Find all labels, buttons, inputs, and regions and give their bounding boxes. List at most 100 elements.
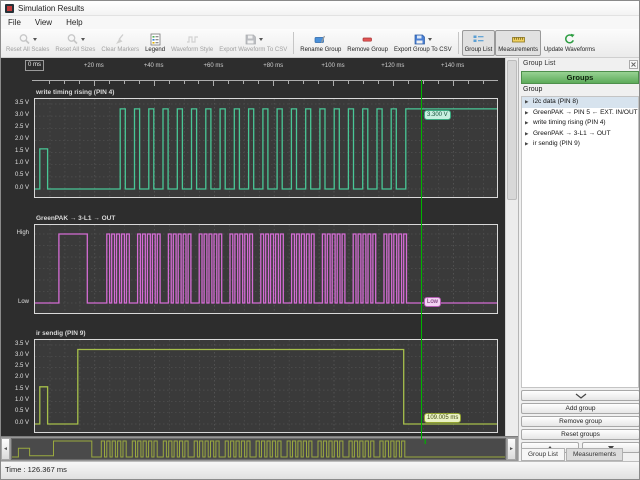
group-list-item[interactable]: ▶i2c data (PIN 8) bbox=[522, 97, 638, 108]
toolbar-button-label: Rename Group bbox=[300, 47, 341, 53]
sidebar-tabs: Group ListMeasurements bbox=[521, 448, 624, 461]
ruler-tick-mark bbox=[213, 81, 214, 86]
ruler-icon bbox=[512, 33, 525, 46]
dropdown-caret-icon bbox=[428, 38, 432, 41]
broom-icon bbox=[114, 33, 127, 46]
y-axis-label: High bbox=[17, 230, 29, 236]
time-status: Time : 126.367 ms bbox=[5, 465, 67, 474]
group-item-label: GreenPAK → PIN 5 ← EXT. IN/OUT bbox=[533, 109, 638, 116]
toolbar-separator bbox=[293, 32, 294, 54]
navigator-waveform-svg bbox=[12, 439, 505, 459]
ruler-tick-mark bbox=[408, 81, 409, 84]
legend-button[interactable]: Legend bbox=[142, 30, 168, 56]
rename-group-button[interactable]: Rename Group bbox=[297, 30, 344, 56]
menu-help[interactable]: Help bbox=[59, 16, 89, 29]
ruler-tick-mark bbox=[378, 81, 379, 84]
save-icon bbox=[244, 33, 257, 46]
ruler-tick-mark bbox=[124, 81, 125, 84]
ruler-tick-mark bbox=[169, 81, 170, 84]
navigator-left-arrow-icon[interactable]: ◄ bbox=[1, 438, 10, 460]
group-list-button[interactable]: Group List bbox=[462, 30, 496, 56]
ruler-tick-label: +140 ms bbox=[441, 63, 464, 69]
menu-view[interactable]: View bbox=[28, 16, 59, 29]
ruler-tick-label: +40 ms bbox=[144, 63, 164, 69]
dropdown-caret-icon bbox=[81, 38, 85, 41]
y-axis-label: 2.0 V bbox=[15, 136, 29, 142]
group-list-item[interactable]: ▶ir sendig (PIN 9) bbox=[522, 139, 638, 150]
toolbar-icon-row bbox=[18, 32, 37, 46]
groups-header: Groups bbox=[521, 71, 639, 84]
collapse-groups-button[interactable] bbox=[521, 390, 640, 401]
status-bar: Time : 126.367 ms bbox=[1, 461, 640, 480]
save-icon bbox=[413, 33, 426, 46]
y-axis-label: 2.5 V bbox=[15, 363, 29, 369]
remove-group-button[interactable]: Remove group bbox=[521, 416, 640, 427]
group-item-label: GreenPAK → 3-L1 → OUT bbox=[533, 130, 611, 137]
ruler-tick-label: +100 ms bbox=[321, 63, 344, 69]
ruler-tick-mark bbox=[198, 81, 199, 84]
navigator-right-arrow-icon[interactable]: ► bbox=[507, 438, 516, 460]
cursor-value-badge: 109.005 ms bbox=[424, 413, 461, 423]
time-cursor-marker[interactable] bbox=[421, 80, 422, 440]
ruler-tick-mark bbox=[423, 81, 424, 84]
grouplist-icon bbox=[472, 33, 485, 46]
reset-groups-button[interactable]: Reset groups bbox=[521, 429, 640, 440]
y-axis-label: 2.0 V bbox=[15, 374, 29, 380]
toolbar: Reset All ScalesReset All SizesClear Mar… bbox=[1, 29, 640, 58]
update-waveforms-button[interactable]: Update Waveforms bbox=[541, 30, 598, 56]
scrollbar-thumb[interactable] bbox=[507, 60, 517, 200]
export-waveform-to-csv-button[interactable]: Export Waveform To CSV bbox=[216, 30, 290, 56]
add-group-button[interactable]: Add group bbox=[521, 403, 640, 414]
group-list-item[interactable]: ▶ GreenPAK → 3-L1 → OUT bbox=[522, 129, 638, 140]
toolbar-icon-row bbox=[563, 32, 576, 46]
menu-bar: FileViewHelp bbox=[1, 16, 640, 29]
toolbar-icon-row bbox=[114, 32, 127, 46]
rename-icon bbox=[314, 33, 327, 46]
expand-arrow-icon[interactable]: ▶ bbox=[525, 108, 528, 119]
waveform-style-button[interactable]: Waveform Style bbox=[168, 30, 216, 56]
waveform-area: 0 ms ◄ ► +20 ms+40 ms+60 ms+80 ms+100 ms… bbox=[1, 58, 518, 461]
measurements-button[interactable]: Measurements bbox=[495, 30, 541, 56]
tab-measurements[interactable]: Measurements bbox=[566, 448, 623, 461]
navigator-view[interactable] bbox=[11, 438, 506, 460]
group-list-item[interactable]: ▶ GreenPAK → PIN 5 ← EXT. IN/OUT bbox=[522, 108, 638, 119]
toolbar-icon-row bbox=[512, 32, 525, 46]
panel-title: ir sendig (PIN 9) bbox=[36, 330, 85, 337]
ruler-tick-mark bbox=[243, 81, 244, 84]
expand-arrow-icon[interactable]: ▶ bbox=[525, 139, 528, 150]
toolbar-icon-row bbox=[361, 32, 374, 46]
ruler-tick-mark bbox=[363, 81, 364, 84]
ruler-tick-mark bbox=[438, 81, 439, 84]
y-axis-label: 1.0 V bbox=[15, 160, 29, 166]
toolbar-separator bbox=[458, 32, 459, 54]
toolbar-button-label: Remove Group bbox=[347, 47, 388, 53]
legend-icon bbox=[149, 33, 162, 46]
expand-arrow-icon[interactable]: ▶ bbox=[525, 97, 528, 108]
close-icon[interactable] bbox=[629, 60, 638, 69]
y-axis-label: 3.5 V bbox=[15, 341, 29, 347]
ruler-tick-mark bbox=[139, 81, 140, 84]
clear-markers-button[interactable]: Clear Markers bbox=[98, 30, 142, 56]
ruler-tick-label: +120 ms bbox=[381, 63, 404, 69]
remove-group-button[interactable]: Remove Group bbox=[344, 30, 391, 56]
expand-arrow-icon[interactable]: ▶ bbox=[525, 129, 528, 140]
ruler-tick-mark bbox=[303, 81, 304, 84]
title-bar: Simulation Results bbox=[1, 1, 640, 16]
ruler-tick-mark bbox=[109, 81, 110, 84]
expand-arrow-icon[interactable]: ▶ bbox=[525, 118, 528, 129]
y-axis-label: 0.5 V bbox=[15, 172, 29, 178]
y-axis-labels: 3.5 V3.0 V2.5 V2.0 V1.5 V1.0 V0.5 V0.0 V bbox=[1, 98, 32, 196]
group-list-item[interactable]: ▶write timing rising (PIN 4) bbox=[522, 118, 638, 129]
menu-file[interactable]: File bbox=[1, 16, 28, 29]
toolbar-button-label: Clear Markers bbox=[101, 47, 139, 53]
export-group-to-csv-button[interactable]: Export Group To CSV bbox=[391, 30, 455, 56]
window-title: Simulation Results bbox=[18, 4, 84, 13]
vertical-scrollbar[interactable] bbox=[505, 58, 518, 436]
ruler-tick-mark bbox=[79, 81, 80, 84]
cursor-value-badge: Low bbox=[424, 297, 441, 307]
reset-all-sizes-button[interactable]: Reset All Sizes bbox=[52, 30, 98, 56]
reset-all-scales-button[interactable]: Reset All Scales bbox=[3, 30, 52, 56]
tab-group-list[interactable]: Group List bbox=[521, 448, 565, 461]
cursor-value-badge: 3.300 V bbox=[424, 110, 451, 120]
ruler-tick-mark bbox=[288, 81, 289, 84]
